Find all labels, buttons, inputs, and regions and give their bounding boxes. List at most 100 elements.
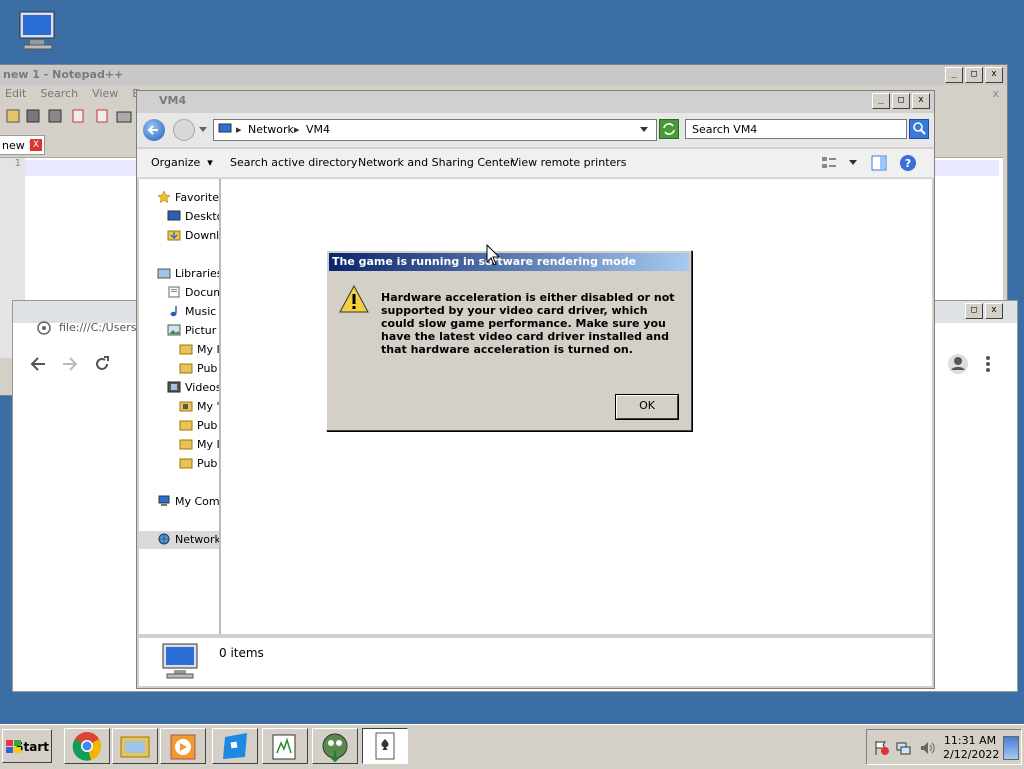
close-doc-icon[interactable]: x <box>992 87 999 100</box>
svg-text:?: ? <box>905 157 911 170</box>
nav-computer[interactable]: My Com <box>157 493 219 511</box>
clock[interactable]: 11:31 AM 2/12/2022 <box>943 734 1000 762</box>
folder-icon <box>179 439 193 450</box>
computer-icon[interactable] <box>14 10 62 52</box>
taskbar-cheat-engine[interactable] <box>312 728 358 764</box>
nav-music[interactable]: Music <box>167 303 216 321</box>
view-remote-printers-button[interactable]: View remote printers <box>511 149 627 177</box>
view-options-icon[interactable] <box>821 156 837 170</box>
music-icon <box>170 306 177 317</box>
address-row: ▸ Network ▸ VM4 Search VM4 <box>137 113 934 147</box>
back-arrow-icon[interactable] <box>29 355 47 373</box>
cheat-engine-icon <box>322 733 348 763</box>
nav-libraries[interactable]: Libraries <box>157 265 219 283</box>
search-ad-button[interactable]: Search active directory <box>230 149 357 177</box>
explorer-icon <box>120 736 150 758</box>
forward-button[interactable] <box>173 119 195 141</box>
forward-arrow-icon[interactable] <box>61 355 79 373</box>
taskbar-media-player[interactable] <box>160 728 206 764</box>
nav-downloads[interactable]: Downl <box>167 227 219 245</box>
network-location-icon <box>218 123 232 133</box>
profile-avatar-icon[interactable] <box>947 353 969 375</box>
folder-icon <box>179 344 193 355</box>
maximize-button[interactable]: □ <box>965 67 983 83</box>
downloads-folder-icon <box>167 230 181 241</box>
network-sharing-center-button[interactable]: Network and Sharing Center <box>358 149 514 177</box>
start-button[interactable]: Start <box>2 729 52 763</box>
close-button[interactable]: x <box>912 93 930 109</box>
command-bar: Organize ▾ Search active directory Netwo… <box>137 149 934 178</box>
action-center-flag-icon[interactable] <box>873 740 889 756</box>
nav-network[interactable]: Network <box>139 531 219 549</box>
minimize-button[interactable]: _ <box>872 93 890 109</box>
dialog-title: The game is running in software renderin… <box>329 253 689 271</box>
kebab-menu-icon[interactable] <box>985 355 991 373</box>
breadcrumb-network[interactable]: Network <box>248 120 294 140</box>
chrome-close-button[interactable]: x <box>985 303 1003 319</box>
history-dropdown-icon[interactable] <box>199 127 207 133</box>
nav-my-documents[interactable]: My I <box>179 436 219 454</box>
video-folder-icon <box>179 401 193 412</box>
windows-logo-icon <box>6 740 21 753</box>
help-icon[interactable]: ? <box>899 154 917 172</box>
maximize-button[interactable]: □ <box>892 93 910 109</box>
solitaire-icon <box>375 732 395 760</box>
preview-pane-icon[interactable] <box>871 155 887 171</box>
menu-edit[interactable]: Edit <box>5 87 26 100</box>
address-bar[interactable]: ▸ Network ▸ VM4 <box>213 119 657 141</box>
close-button[interactable]: x <box>985 67 1003 83</box>
nav-public-videos[interactable]: Pub <box>179 417 217 435</box>
nav-documents[interactable]: Docum <box>167 284 219 302</box>
nav-pictures[interactable]: Pictur <box>167 322 216 340</box>
chrome-icon <box>72 732 102 761</box>
network-icon <box>158 533 170 545</box>
ok-button[interactable]: OK <box>616 395 678 419</box>
taskbar-solitaire[interactable] <box>362 728 408 764</box>
minimize-button[interactable]: _ <box>945 67 963 83</box>
system-tray: 11:31 AM 2/12/2022 <box>866 729 1022 765</box>
nav-public-pictures[interactable]: Pub <box>179 360 217 378</box>
taskbar-chrome[interactable] <box>64 728 110 764</box>
nav-my-pictures[interactable]: My I <box>179 341 219 359</box>
volume-icon[interactable] <box>919 740 937 756</box>
view-dropdown-icon[interactable] <box>849 160 857 166</box>
taskbar-explorer[interactable] <box>112 728 158 764</box>
organize-menu[interactable]: Organize ▾ <box>151 149 213 177</box>
notepadpp-toolbar[interactable] <box>5 107 135 125</box>
notepadpp-icon <box>272 734 296 760</box>
globe-icon <box>37 321 51 335</box>
software-rendering-dialog[interactable]: The game is running in software renderin… <box>326 250 692 431</box>
folder-icon <box>179 363 193 374</box>
pictures-icon <box>167 324 181 336</box>
menu-search[interactable]: Search <box>40 87 78 100</box>
taskbar-notepadpp[interactable] <box>262 728 308 764</box>
search-input[interactable]: Search VM4 <box>685 119 907 139</box>
show-desktop-button[interactable] <box>1003 736 1019 760</box>
close-tab-icon[interactable]: X <box>30 139 42 151</box>
nav-favorites[interactable]: Favorite <box>157 189 219 207</box>
mouse-cursor-icon <box>486 244 500 266</box>
media-player-icon <box>170 734 196 760</box>
clock-time: 11:31 AM <box>943 734 997 747</box>
item-count: 0 items <box>219 646 264 660</box>
notepadpp-menubar: Edit Search View Enc <box>5 87 152 100</box>
reload-icon[interactable] <box>93 355 111 373</box>
breadcrumb-vm4[interactable]: VM4 <box>306 120 330 140</box>
network-tray-icon[interactable] <box>895 740 911 756</box>
nav-public-documents[interactable]: Pub <box>179 455 217 473</box>
menu-view[interactable]: View <box>92 87 118 100</box>
taskbar-roblox[interactable] <box>212 728 258 764</box>
refresh-icon[interactable] <box>659 119 679 139</box>
chrome-restore-button[interactable]: □ <box>965 303 983 319</box>
search-icon[interactable] <box>909 119 929 139</box>
taskbar: Start 11:31 AM 2/12/2022 <box>0 724 1024 769</box>
nav-my-videos[interactable]: My ' <box>179 398 219 416</box>
address-dropdown-icon[interactable] <box>640 127 648 133</box>
chrome-tab-url[interactable]: file:///C:/Users/ <box>59 321 140 334</box>
clock-date: 2/12/2022 <box>943 748 1000 761</box>
back-button[interactable] <box>143 119 165 141</box>
dialog-message: Hardware acceleration is either disabled… <box>381 291 675 356</box>
nav-desktop[interactable]: Deskto <box>167 208 219 226</box>
nav-videos[interactable]: Videos <box>167 379 219 397</box>
tab-new1[interactable]: new 1 X <box>0 135 45 155</box>
